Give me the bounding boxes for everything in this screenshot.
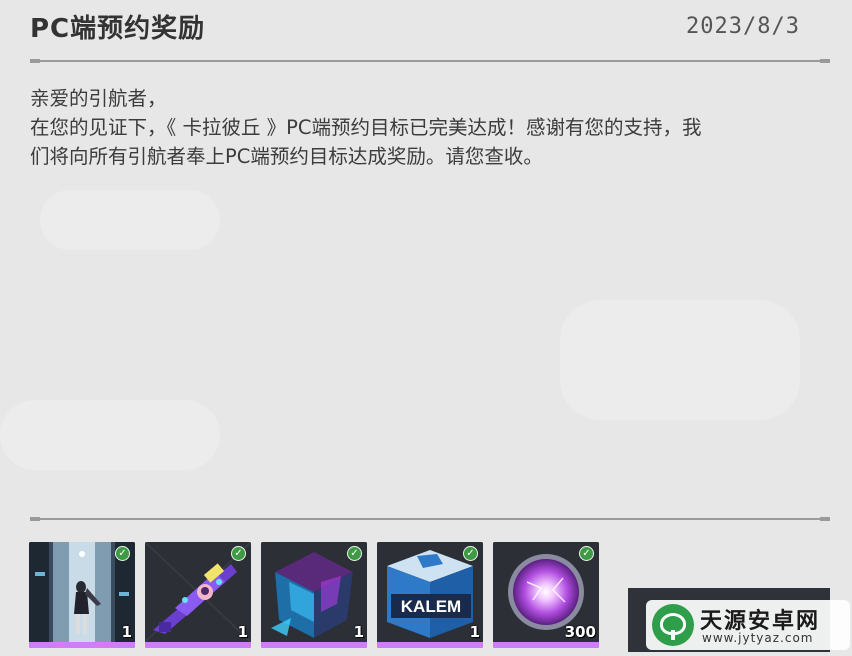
reward-item[interactable]: ✓ 1 [29, 542, 135, 648]
mail-date: 2023/8/3 [686, 14, 800, 39]
header-divider [30, 59, 830, 63]
reward-item[interactable]: ✓ 1 [145, 542, 251, 648]
claimed-check-icon: ✓ [463, 546, 478, 561]
svg-text:KALEM: KALEM [401, 597, 461, 616]
reward-count: 300 [564, 623, 596, 641]
background-decoration [0, 400, 220, 470]
mail-body: 亲爱的引航者， 在您的见证下，《 卡拉彼丘 》PC端预约目标已完美达成！感谢有您… [30, 84, 830, 171]
rarity-bar [377, 642, 483, 648]
rarity-bar [261, 642, 367, 648]
rarity-bar [145, 642, 251, 648]
claimed-check-icon: ✓ [115, 546, 130, 561]
mail-greeting: 亲爱的引航者， [30, 87, 167, 110]
site-watermark: 天源安卓网 www.jytyaz.com [646, 600, 850, 650]
reward-count: 1 [353, 623, 364, 641]
watermark-url: www.jytyaz.com [702, 631, 814, 645]
reward-count: 1 [237, 623, 248, 641]
mail-title: PC端预约奖励 [30, 14, 206, 44]
reward-item[interactable]: KALEM ✓ 1 [377, 542, 483, 648]
claimed-check-icon: ✓ [231, 546, 246, 561]
rarity-bar [29, 642, 135, 648]
rarity-bar [493, 642, 599, 648]
reward-count: 1 [121, 623, 132, 641]
mail-body-line: 们将向所有引航者奉上PC端预约目标达成奖励。请您查收。 [30, 145, 543, 168]
rewards-divider [30, 517, 830, 521]
reward-count: 1 [469, 623, 480, 641]
reward-item[interactable]: ✓ 1 [261, 542, 367, 648]
claimed-check-icon: ✓ [347, 546, 362, 561]
background-decoration [560, 300, 800, 420]
claimed-check-icon: ✓ [579, 546, 594, 561]
mail-body-line: 在您的见证下，《 卡拉彼丘 》PC端预约目标已完美达成！感谢有您的支持，我 [30, 116, 702, 139]
reward-item[interactable]: ✓ 300 [493, 542, 599, 648]
background-decoration [40, 190, 220, 250]
android-logo-icon [652, 604, 694, 646]
